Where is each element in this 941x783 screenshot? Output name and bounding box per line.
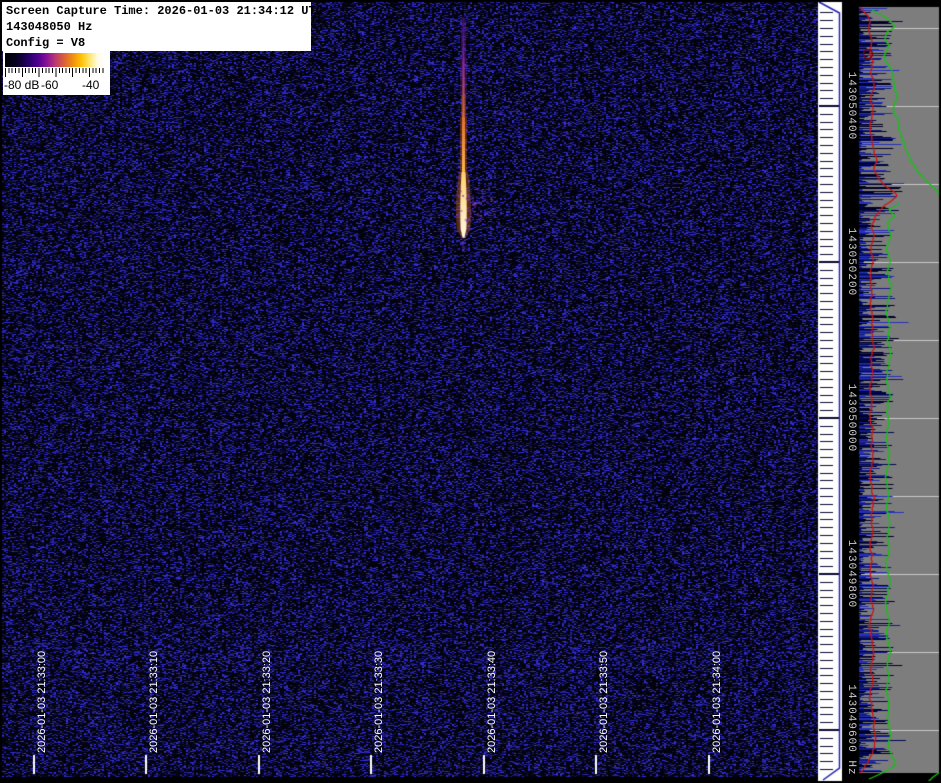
frequency-axis-label: 143049600 Hz — [844, 684, 858, 775]
frequency-axis-label: 143050400 — [844, 72, 858, 140]
center-frequency-text: 143048050 Hz — [6, 19, 311, 35]
time-axis-label: 2026-01-03 21:33:30 — [373, 651, 386, 753]
colorbar-gradient — [5, 53, 106, 67]
amplitude-colorbar: -80 dB -60 -40 — [3, 51, 110, 95]
frequency-axis-label: 143050000 — [844, 384, 858, 452]
capture-time-text: Screen Capture Time: 2026-01-03 21:34:12… — [6, 3, 311, 19]
colorbar-label-40: -40 — [82, 78, 99, 92]
time-axis-label: 2026-01-03 21:33:40 — [486, 651, 499, 753]
frequency-axis-label: 143049800 — [844, 540, 858, 608]
time-axis-label: 2026-01-03 21:34:00 — [711, 651, 724, 753]
frequency-axis-label: 143050200 — [844, 228, 858, 296]
capture-info-box: Screen Capture Time: 2026-01-03 21:34:12… — [2, 2, 311, 51]
colorbar-label-80db: -80 dB — [4, 78, 39, 92]
spectrogram-waterfall-canvas — [0, 0, 941, 783]
colorbar-tick-marks — [5, 68, 106, 77]
spectrum-capture-window: Screen Capture Time: 2026-01-03 21:34:12… — [0, 0, 941, 783]
time-axis-label: 2026-01-03 21:33:10 — [148, 651, 161, 753]
time-axis-label: 2026-01-03 21:33:50 — [598, 651, 611, 753]
time-axis-label: 2026-01-03 21:33:00 — [36, 651, 49, 753]
config-text: Config = V8 — [6, 35, 311, 51]
time-axis-label: 2026-01-03 21:33:20 — [261, 651, 274, 753]
colorbar-label-60: -60 — [41, 78, 58, 92]
